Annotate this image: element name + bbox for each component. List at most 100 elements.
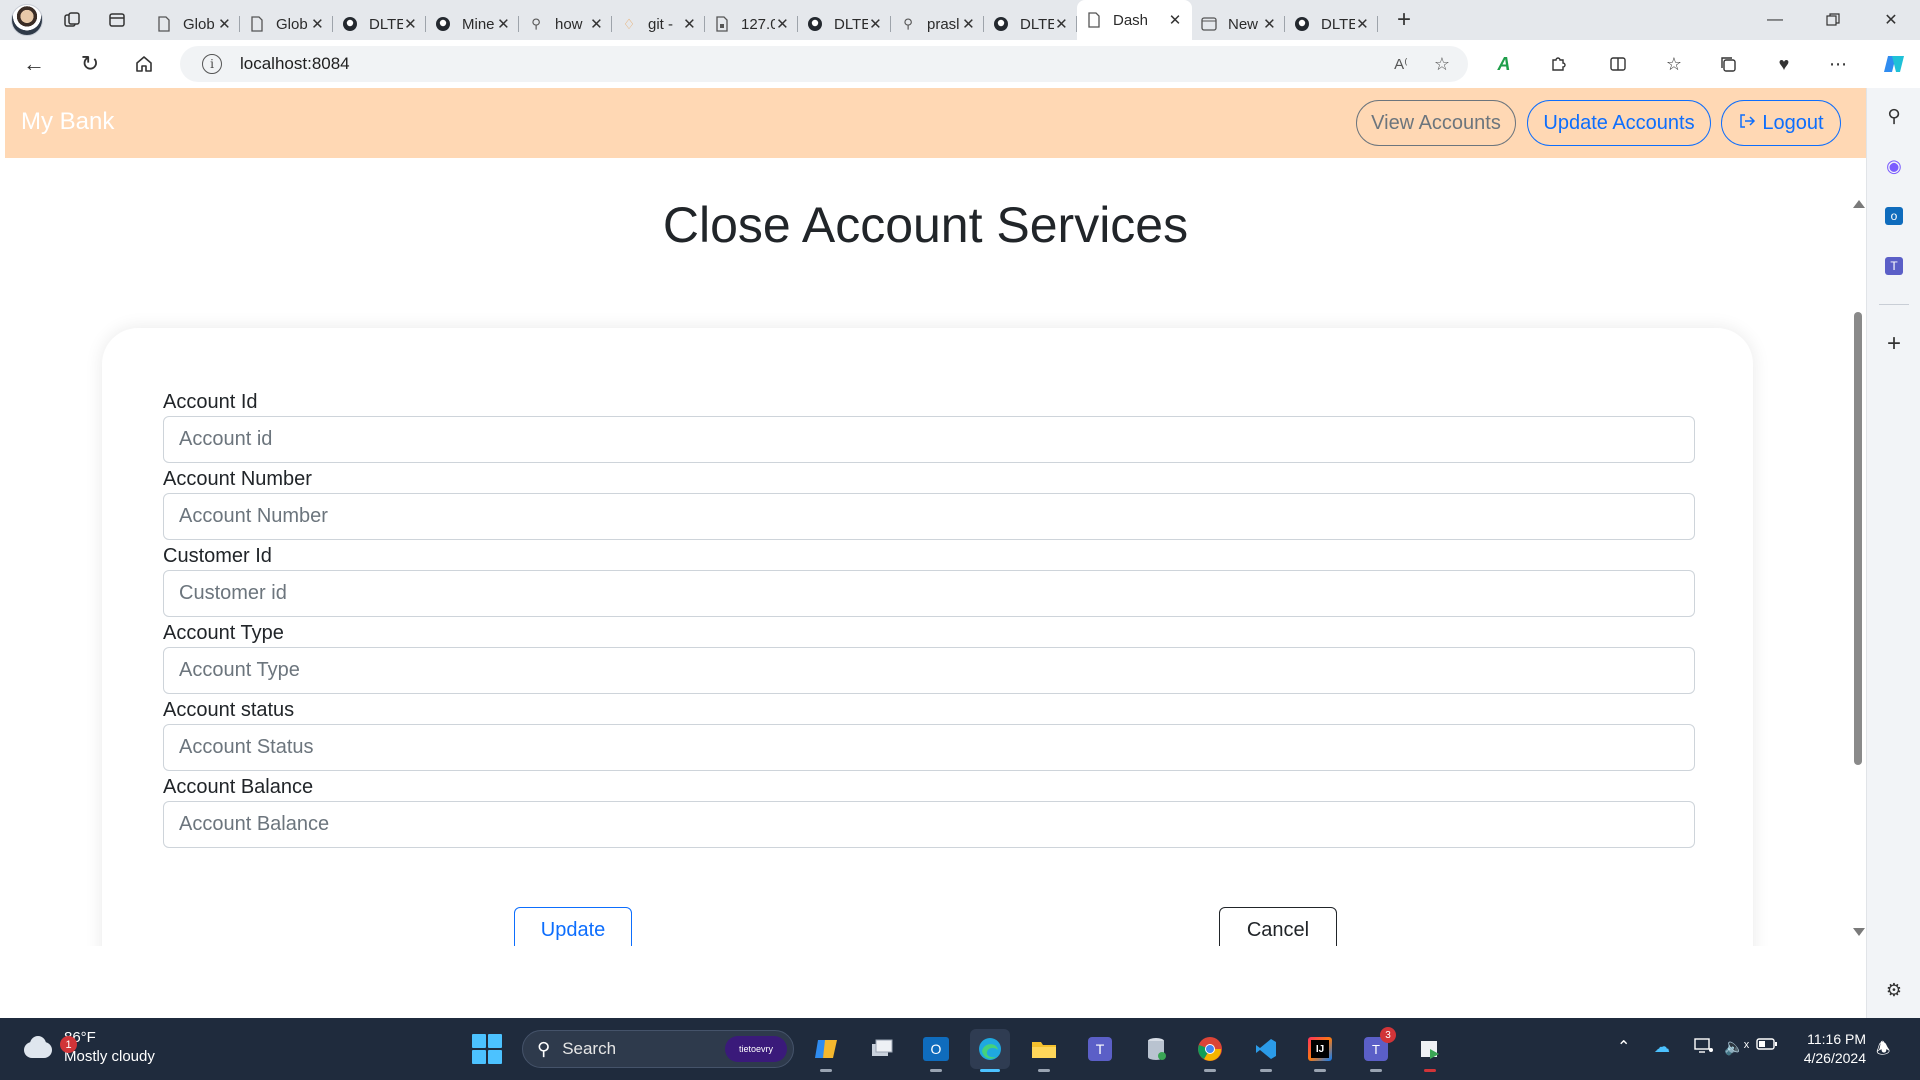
weather-widget[interactable]: 1 86°F Mostly cloudy bbox=[20, 1028, 155, 1066]
scroll-up-arrow-icon[interactable] bbox=[1853, 200, 1865, 208]
vscode-app-icon[interactable] bbox=[1246, 1029, 1286, 1072]
taskbar-search[interactable]: ⚲ Search tietoevry bbox=[522, 1030, 794, 1068]
account-type-input[interactable] bbox=[163, 647, 1695, 694]
account-number-input[interactable] bbox=[163, 493, 1695, 540]
address-bar[interactable]: i localhost:8084 A⁽ ☆ bbox=[180, 46, 1468, 82]
refresh-icon[interactable]: ↻ bbox=[72, 46, 108, 82]
new-tab-button[interactable]: + bbox=[1384, 4, 1424, 36]
view-accounts-button[interactable]: View Accounts bbox=[1356, 100, 1516, 146]
browser-tab[interactable]: ⚲ how ✕ bbox=[519, 8, 612, 40]
scrollbar-thumb[interactable] bbox=[1854, 312, 1862, 765]
copilot-preview-app-icon[interactable] bbox=[806, 1029, 846, 1072]
close-tab-icon[interactable]: ✕ bbox=[1355, 15, 1370, 33]
close-tab-icon[interactable]: ✕ bbox=[868, 15, 883, 33]
network-icon[interactable] bbox=[1694, 1037, 1714, 1060]
browser-tab[interactable]: Glob ✕ bbox=[240, 8, 333, 40]
profile-avatar[interactable] bbox=[11, 4, 43, 36]
close-window-button[interactable]: ✕ bbox=[1862, 0, 1920, 40]
edge-app-icon[interactable] bbox=[970, 1029, 1010, 1072]
vertical-tabs-icon[interactable] bbox=[101, 4, 133, 36]
account-balance-field: Account Balance bbox=[163, 773, 1695, 848]
account-balance-input[interactable] bbox=[163, 801, 1695, 848]
url-text[interactable]: localhost:8084 bbox=[240, 54, 350, 74]
update-accounts-button[interactable]: Update Accounts bbox=[1527, 100, 1711, 146]
home-icon[interactable] bbox=[126, 46, 162, 82]
logout-label: Logout bbox=[1762, 111, 1824, 134]
back-icon[interactable]: ← bbox=[16, 46, 52, 82]
close-tab-icon[interactable]: ✕ bbox=[403, 15, 418, 33]
sidebar-settings-icon[interactable]: ⚙ bbox=[1876, 972, 1912, 1008]
close-tab-icon[interactable]: ✕ bbox=[682, 15, 697, 33]
browser-tab[interactable]: DLTE ✕ bbox=[1285, 8, 1378, 40]
volume-muted-icon[interactable]: 🔈ˣ bbox=[1724, 1037, 1749, 1057]
github-icon bbox=[1293, 15, 1311, 33]
browser-tab[interactable]: ⚲ prasl ✕ bbox=[891, 8, 984, 40]
show-hidden-icons-chevron-icon[interactable]: ⌃ bbox=[1617, 1037, 1630, 1057]
browser-tab[interactable]: Dash ✕ bbox=[1077, 0, 1192, 40]
customer-id-input[interactable] bbox=[163, 570, 1695, 617]
start-windows-icon[interactable] bbox=[472, 1034, 502, 1064]
tab-title: DLTE bbox=[1321, 15, 1355, 33]
workspaces-icon[interactable] bbox=[56, 4, 88, 36]
close-tab-icon[interactable]: ✕ bbox=[961, 15, 976, 33]
browser-tab[interactable]: ♢ git - ✕ bbox=[612, 8, 705, 40]
task-view-icon[interactable] bbox=[862, 1029, 902, 1069]
close-tab-icon[interactable]: ✕ bbox=[1262, 15, 1277, 33]
page-viewport: My Bank View Accounts Update Accounts Lo… bbox=[5, 88, 1866, 1018]
site-info-icon[interactable]: i bbox=[202, 54, 222, 74]
browser-tab[interactable]: DLTE ✕ bbox=[333, 8, 426, 40]
page-scrollbar[interactable] bbox=[1850, 200, 1866, 936]
sidebar-outlook-icon[interactable]: o bbox=[1876, 198, 1912, 234]
account-type-field: Account Type bbox=[163, 619, 1695, 694]
browser-tab[interactable]: Glob ✕ bbox=[147, 8, 240, 40]
close-tab-icon[interactable]: ✕ bbox=[589, 15, 604, 33]
sidebar-add-icon[interactable]: + bbox=[1876, 326, 1912, 362]
read-aloud-icon[interactable]: A⁽ bbox=[1394, 55, 1408, 73]
close-tab-icon[interactable]: ✕ bbox=[775, 15, 790, 33]
minimize-button[interactable]: — bbox=[1746, 0, 1804, 40]
sidebar-search-icon[interactable]: ⚲ bbox=[1876, 98, 1912, 134]
chrome-app-icon[interactable] bbox=[1190, 1029, 1230, 1072]
database-app-icon[interactable] bbox=[1136, 1029, 1176, 1069]
account-id-input[interactable] bbox=[163, 416, 1695, 463]
intellij-app-icon[interactable]: IJ bbox=[1300, 1029, 1340, 1072]
restore-button[interactable] bbox=[1804, 0, 1862, 40]
logout-button[interactable]: Logout bbox=[1721, 100, 1841, 146]
sidebar-m365-icon[interactable]: ◉ bbox=[1876, 148, 1912, 184]
more-options-icon[interactable]: ⋯ bbox=[1820, 46, 1856, 82]
browser-essentials-icon[interactable]: ♥ bbox=[1766, 46, 1802, 82]
media-player-app-icon[interactable] bbox=[1410, 1029, 1450, 1072]
teams-new-app-icon[interactable]: T 3 bbox=[1356, 1027, 1396, 1072]
scroll-down-arrow-icon[interactable] bbox=[1853, 928, 1865, 936]
outlook-app-icon[interactable]: O bbox=[916, 1029, 956, 1072]
system-clock[interactable]: 11:16 PM 4/26/2024 bbox=[1782, 1030, 1866, 1068]
extension-a-icon[interactable]: A bbox=[1486, 46, 1522, 82]
browser-tab[interactable]: 127.0 ✕ bbox=[705, 8, 798, 40]
brand-logo[interactable]: My Bank bbox=[21, 108, 114, 136]
account-type-label: Account Type bbox=[163, 622, 284, 644]
close-tab-icon[interactable]: ✕ bbox=[310, 15, 325, 33]
browser-tab[interactable]: DLTE ✕ bbox=[798, 8, 891, 40]
browser-tab[interactable]: DLTE ✕ bbox=[984, 8, 1077, 40]
collections-icon[interactable] bbox=[1710, 46, 1746, 82]
split-screen-icon[interactable] bbox=[1600, 46, 1636, 82]
close-tab-icon[interactable]: ✕ bbox=[1054, 15, 1069, 33]
close-tab-icon[interactable]: ✕ bbox=[496, 15, 511, 33]
windows-taskbar: 1 86°F Mostly cloudy ⚲ Search tietoevry … bbox=[0, 1018, 1920, 1080]
browser-tab[interactable]: Mine ✕ bbox=[426, 8, 519, 40]
battery-icon[interactable] bbox=[1756, 1037, 1778, 1056]
favorites-icon[interactable]: ☆ bbox=[1656, 46, 1692, 82]
notification-bell-icon[interactable]: 🕭 bbox=[1876, 1038, 1890, 1065]
close-tab-icon[interactable]: ✕ bbox=[1166, 11, 1184, 29]
onedrive-icon[interactable]: ☁ bbox=[1654, 1037, 1670, 1057]
copilot-icon[interactable] bbox=[1876, 46, 1912, 82]
sidebar-teams-icon[interactable]: T bbox=[1876, 248, 1912, 284]
file-explorer-icon[interactable] bbox=[1024, 1029, 1064, 1072]
favorite-star-icon[interactable]: ☆ bbox=[1434, 54, 1450, 75]
account-status-input[interactable] bbox=[163, 724, 1695, 771]
tab-title: Dash bbox=[1113, 11, 1149, 29]
browser-tab[interactable]: New ✕ bbox=[1192, 8, 1285, 40]
teams-app-icon[interactable]: T bbox=[1080, 1029, 1120, 1069]
close-tab-icon[interactable]: ✕ bbox=[217, 15, 232, 33]
extensions-icon[interactable] bbox=[1540, 46, 1576, 82]
